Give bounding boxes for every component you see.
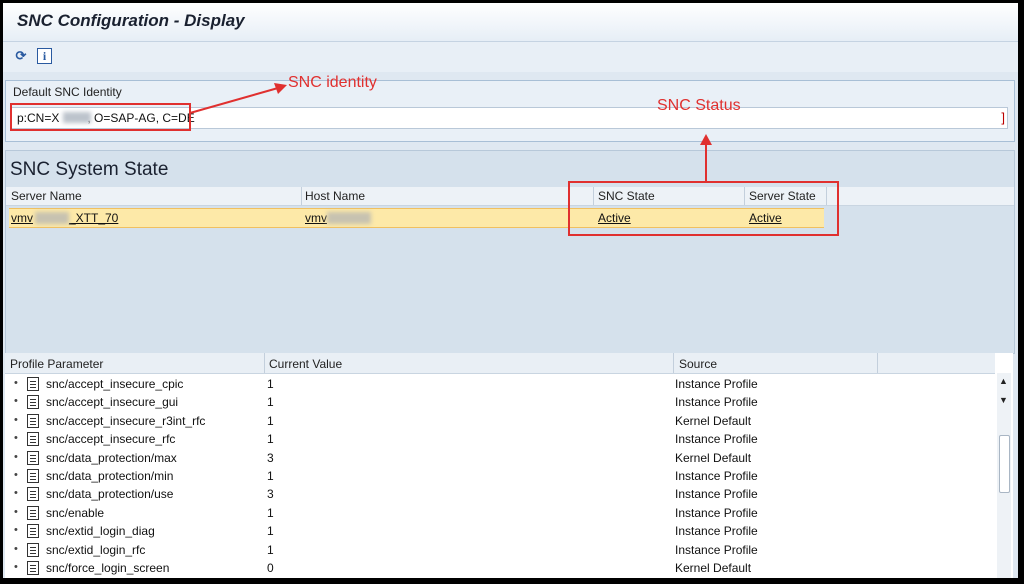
annotation-status-label: SNC Status xyxy=(657,97,741,114)
sap-window: SNC Configuration - Display ⟳ i Default … xyxy=(3,3,1018,578)
annotation-identity-label: SNC identity xyxy=(288,74,377,91)
annotation-identity-arrow-line xyxy=(189,87,279,114)
annotation-status-box xyxy=(568,181,839,236)
annotation-arrows xyxy=(189,83,712,181)
annotation-status-arrowhead xyxy=(700,134,712,145)
